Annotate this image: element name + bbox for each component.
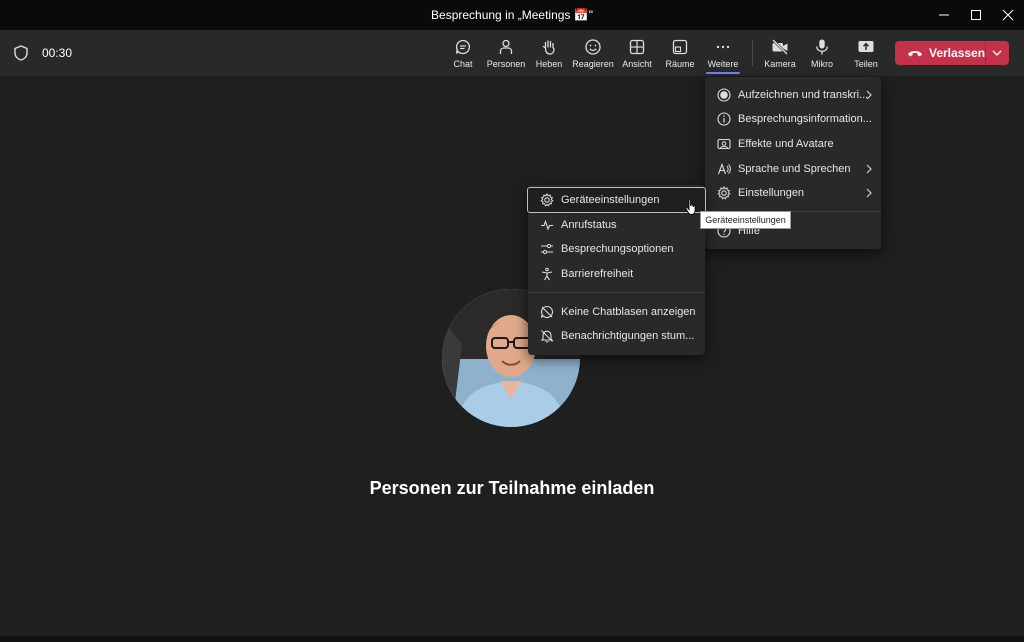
mic-button[interactable]: Mikro <box>800 30 844 76</box>
close-window-button[interactable] <box>992 0 1024 30</box>
menu-item-hide-chat-bubbles[interactable]: Keine Chatblasen anzeigen <box>528 300 705 324</box>
effects-icon <box>717 138 731 150</box>
leave-button[interactable]: Verlassen <box>895 41 985 65</box>
menu-item-label: Keine Chatblasen anzeigen <box>561 306 696 318</box>
menu-item-label: Besprechungsinformation... <box>738 113 872 125</box>
more-label: Weitere <box>707 59 739 69</box>
hang-up-icon <box>908 51 922 57</box>
bell-off-icon <box>540 330 554 343</box>
chat-off-icon <box>540 305 554 318</box>
gear-icon <box>540 193 554 207</box>
chevron-right-icon <box>866 164 872 174</box>
view-label: Ansicht <box>622 59 652 69</box>
bottom-edge <box>0 636 1024 642</box>
shield-icon <box>14 45 28 61</box>
menu-item-call-health[interactable]: Anrufstatus <box>528 213 705 237</box>
menu-item-label: Effekte und Avatare <box>738 138 834 150</box>
menu-item-meeting-options[interactable]: Besprechungsoptionen <box>528 237 705 261</box>
raise-hand-label: Heben <box>535 59 563 69</box>
microphone-icon <box>816 39 828 55</box>
menu-item-language-speech[interactable]: Sprache und Sprechen <box>705 157 881 181</box>
chat-icon <box>455 39 471 55</box>
menu-item-record-transcribe[interactable]: Aufzeichnen und transkri... <box>705 83 881 107</box>
menu-item-label: Anrufstatus <box>561 219 617 231</box>
menu-item-settings[interactable]: Einstellungen <box>705 181 881 205</box>
settings-submenu: Geräteeinstellungen Anrufstatus Besprech… <box>527 185 706 355</box>
menu-item-label: Aufzeichnen und transkri... <box>738 89 869 101</box>
menu-item-label: Sprache und Sprechen <box>738 163 851 175</box>
share-button[interactable]: Teilen <box>844 30 888 76</box>
share-screen-icon <box>858 41 874 52</box>
rooms-label: Räume <box>665 59 695 69</box>
active-tab-indicator <box>706 72 740 74</box>
info-icon <box>717 112 731 126</box>
maximize-button[interactable] <box>960 0 992 30</box>
camera-button[interactable]: Kamera <box>758 30 802 76</box>
rooms-icon <box>672 39 688 55</box>
menu-divider <box>528 292 705 293</box>
view-button[interactable]: Ansicht <box>615 30 659 76</box>
emoji-icon <box>585 39 601 55</box>
minimize-icon <box>939 14 949 16</box>
sliders-icon <box>541 243 553 255</box>
react-label: Reagieren <box>572 59 614 69</box>
chat-label: Chat <box>453 59 473 69</box>
leave-options-button[interactable] <box>986 41 1009 65</box>
camera-label: Kamera <box>764 59 796 69</box>
leave-button-group: Verlassen <box>895 41 1009 65</box>
record-icon <box>717 88 731 102</box>
hand-cursor-icon <box>685 198 696 215</box>
language-icon <box>717 162 731 175</box>
title-bar: Besprechung in „Meetings 📅" <box>0 0 1024 30</box>
menu-item-label: Einstellungen <box>738 187 805 199</box>
people-button[interactable]: Personen <box>484 30 528 76</box>
hand-icon <box>542 40 555 55</box>
menu-item-label: Barrierefreiheit <box>561 268 634 280</box>
toolbar-separator <box>752 40 753 66</box>
menu-item-mute-notifications[interactable]: Benachrichtigungen stum... <box>528 324 705 348</box>
menu-item-label: Geräteeinstellungen <box>561 194 660 206</box>
window-title: Besprechung in „Meetings 📅" <box>431 8 593 22</box>
window-controls <box>928 0 1024 30</box>
tooltip: Geräteeinstellungen <box>700 211 791 229</box>
menu-item-label: Benachrichtigungen stum... <box>561 330 695 342</box>
rooms-button[interactable]: Räume <box>658 30 702 76</box>
invite-heading: Personen zur Teilnahme einladen <box>369 478 655 498</box>
menu-item-accessibility[interactable]: Barrierefreiheit <box>528 262 705 286</box>
react-button[interactable]: Reagieren <box>571 30 615 76</box>
menu-item-device-settings[interactable]: Geräteeinstellungen <box>527 187 706 213</box>
close-icon <box>1002 9 1014 21</box>
pulse-icon <box>541 219 553 231</box>
chevron-down-icon <box>992 50 1002 56</box>
menu-item-label: Besprechungsoptionen <box>561 243 674 255</box>
menu-item-meeting-info[interactable]: Besprechungsinformation... <box>705 107 881 131</box>
call-timer: 00:30 <box>42 46 73 60</box>
camera-off-icon <box>772 39 788 55</box>
menu-item-effects-avatars[interactable]: Effekte und Avatare <box>705 132 881 156</box>
raise-hand-button[interactable]: Heben <box>527 30 571 76</box>
share-label: Teilen <box>854 59 878 69</box>
minimize-button[interactable] <box>928 0 960 30</box>
more-dots-icon <box>716 45 730 49</box>
gear-icon <box>717 186 731 200</box>
meeting-toolbar: 00:30 Chat Personen Heben Reagieren Ansi… <box>0 30 1024 76</box>
grid-icon <box>629 39 645 55</box>
chat-button[interactable]: Chat <box>441 30 485 76</box>
people-label: Personen <box>486 59 526 69</box>
accessibility-icon <box>541 267 553 281</box>
more-button[interactable]: Weitere <box>701 30 745 76</box>
mic-label: Mikro <box>811 59 833 69</box>
chevron-right-icon <box>866 188 872 198</box>
people-icon <box>499 39 513 54</box>
maximize-icon <box>971 10 981 20</box>
chevron-right-icon <box>866 90 872 100</box>
leave-label: Verlassen <box>929 46 986 60</box>
